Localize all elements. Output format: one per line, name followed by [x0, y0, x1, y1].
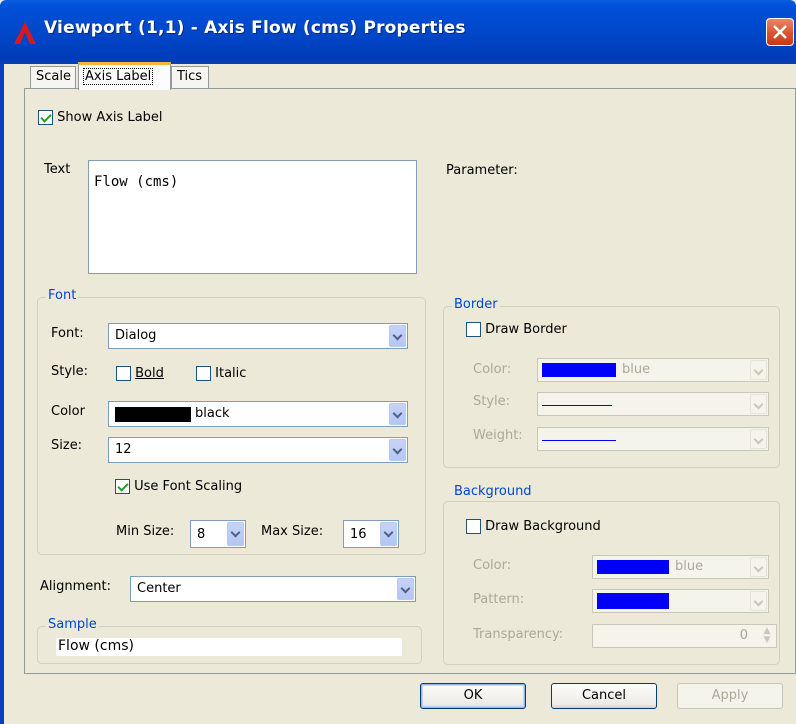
sample-preview: Flow (cms)	[56, 638, 402, 656]
max-size-value: 16	[350, 527, 367, 542]
line-weight-preview	[542, 440, 616, 441]
sample-text: Flow (cms)	[58, 638, 134, 654]
black-swatch	[115, 407, 191, 422]
border-style-label: Style:	[473, 394, 511, 409]
min-size-value: 8	[197, 527, 206, 542]
tab-label: Axis Label	[82, 68, 154, 85]
chevron-down-icon[interactable]	[750, 557, 767, 577]
font-label: Font:	[51, 326, 84, 341]
font-size-select[interactable]: 12	[108, 437, 408, 463]
background-color-select[interactable]: blue	[592, 555, 769, 579]
min-size-select[interactable]: 8	[190, 520, 246, 548]
chevron-down-icon[interactable]	[380, 522, 397, 546]
border-color-label: Color:	[473, 362, 512, 377]
chevron-down-icon[interactable]	[389, 439, 406, 461]
border-weight-label: Weight:	[473, 428, 523, 443]
checkbox-box[interactable]	[116, 366, 131, 381]
chevron-down-icon[interactable]	[750, 360, 767, 380]
draw-background-checkbox[interactable]: Draw Background	[466, 519, 601, 534]
transparency-label: Transparency:	[473, 627, 564, 642]
spinner-arrows-icon[interactable]: ▲ ▼	[760, 627, 774, 645]
app-logo-icon	[14, 22, 36, 44]
chevron-down-icon[interactable]	[227, 522, 244, 546]
max-size-label: Max Size:	[261, 524, 324, 539]
pattern-swatch	[597, 593, 669, 609]
alignment-select[interactable]: Center	[130, 576, 416, 602]
chevron-down-icon[interactable]	[397, 578, 414, 600]
use-font-scaling-label: Use Font Scaling	[134, 479, 243, 494]
background-color-value: blue	[675, 559, 704, 574]
background-group-title: Background	[452, 484, 534, 499]
font-size-value: 12	[115, 442, 132, 457]
pattern-label: Pattern:	[473, 592, 525, 607]
checkbox-box[interactable]	[38, 110, 53, 125]
axis-label-text-value: Flow (cms)	[94, 174, 179, 190]
use-font-scaling-checkbox[interactable]: Use Font Scaling	[115, 479, 242, 494]
alignment-value: Center	[137, 581, 181, 596]
chevron-down-icon[interactable]	[750, 429, 767, 449]
draw-background-label: Draw Background	[485, 519, 601, 534]
checkbox-box[interactable]	[115, 479, 130, 494]
max-size-select[interactable]: 16	[343, 520, 399, 548]
border-style-select[interactable]	[537, 392, 769, 416]
italic-label: Italic	[215, 366, 247, 381]
cancel-button[interactable]: Cancel	[551, 683, 657, 709]
draw-border-label: Draw Border	[485, 322, 567, 337]
close-icon	[773, 25, 787, 39]
font-color-value: black	[195, 406, 230, 421]
min-size-label: Min Size:	[116, 524, 175, 539]
checkbox-box[interactable]	[466, 322, 481, 337]
transparency-spinner[interactable]: 0 ▲ ▼	[592, 624, 777, 648]
window-title: Viewport (1,1) - Axis Flow (cms) Propert…	[44, 18, 466, 38]
border-color-select[interactable]: blue	[537, 358, 769, 382]
tab-label: Tics	[177, 69, 203, 84]
blue-swatch	[597, 560, 669, 574]
style-label: Style:	[51, 364, 89, 379]
axis-label-textarea[interactable]: Flow (cms)	[88, 160, 417, 274]
tab-scale[interactable]: Scale	[30, 66, 76, 88]
ok-button[interactable]: OK	[420, 683, 526, 709]
transparency-value: 0	[739, 628, 748, 643]
background-color-label: Color:	[473, 558, 512, 573]
tab-label: Scale	[36, 69, 71, 84]
size-label: Size:	[51, 438, 83, 453]
checkbox-box[interactable]	[466, 519, 481, 534]
border-color-value: blue	[622, 362, 651, 377]
show-axis-label-checkbox[interactable]: Show Axis Label	[38, 110, 163, 125]
show-axis-label-text: Show Axis Label	[57, 110, 163, 125]
draw-border-checkbox[interactable]: Draw Border	[466, 322, 567, 337]
chevron-down-icon[interactable]	[750, 591, 767, 611]
tab-tics[interactable]: Tics	[171, 66, 209, 88]
border-group-title: Border	[452, 297, 500, 312]
tab-axis-label[interactable]: Axis Label	[78, 62, 171, 90]
line-style-preview	[542, 405, 612, 406]
alignment-label: Alignment:	[40, 579, 111, 594]
font-group-title: Font	[46, 288, 79, 303]
close-button[interactable]	[766, 18, 794, 46]
color-label: Color	[51, 404, 85, 419]
bold-checkbox[interactable]: Bold	[116, 366, 164, 381]
italic-checkbox[interactable]: Italic	[196, 366, 246, 381]
text-label: Text	[44, 162, 71, 177]
chevron-down-icon[interactable]	[750, 394, 767, 414]
font-select-value: Dialog	[115, 328, 157, 343]
sample-group-title: Sample	[46, 617, 99, 632]
font-color-select[interactable]: black	[108, 401, 408, 427]
checkbox-box[interactable]	[196, 366, 211, 381]
border-weight-select[interactable]	[537, 427, 769, 451]
window-border	[0, 64, 4, 724]
parameter-label: Parameter:	[446, 163, 518, 178]
pattern-select[interactable]	[592, 589, 769, 613]
font-select[interactable]: Dialog	[108, 323, 408, 349]
apply-button[interactable]: Apply	[677, 683, 783, 709]
chevron-down-icon[interactable]	[389, 325, 406, 347]
blue-swatch	[542, 363, 616, 377]
chevron-down-icon[interactable]	[389, 403, 406, 425]
bold-label: Bold	[135, 366, 164, 381]
